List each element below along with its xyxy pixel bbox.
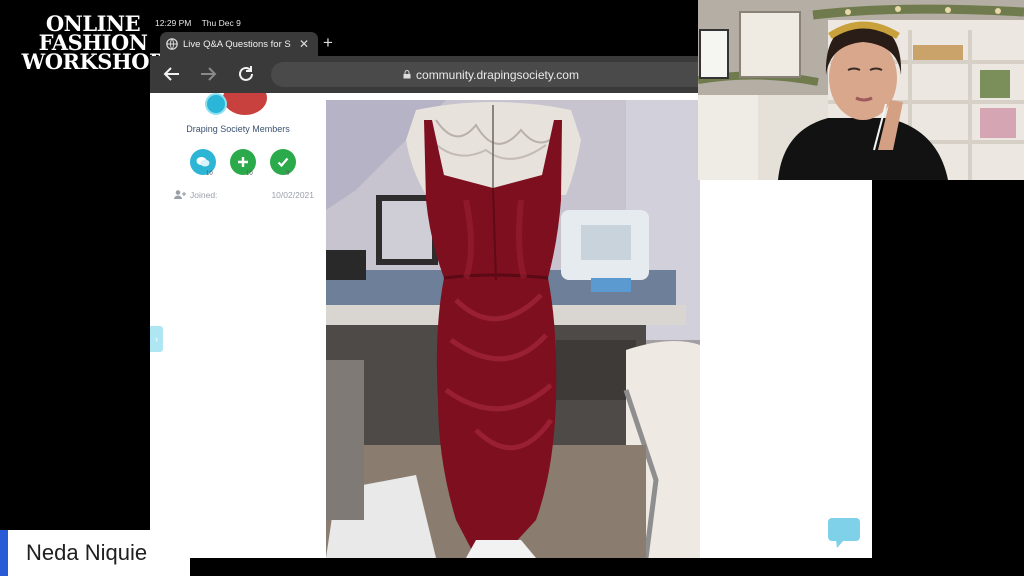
- joined-label: Joined:: [190, 190, 218, 200]
- messages-count: 10: [206, 171, 213, 177]
- presenter-webcam: [698, 0, 1024, 180]
- globe-icon: [166, 38, 178, 50]
- user-add-icon: [174, 190, 186, 199]
- presenter-name-strip: Neda Niquie: [0, 530, 190, 576]
- member-badge-icon: [205, 93, 227, 115]
- joined-date: 10/02/2021: [271, 190, 314, 200]
- follow-count: 10: [246, 171, 253, 177]
- status-time: 12:29 PM: [155, 18, 192, 28]
- avatar-photo: [223, 93, 267, 115]
- logo-line-3: WORKSHOP: [21, 49, 165, 74]
- sidebar-expand-handle[interactable]: ›: [150, 326, 163, 352]
- browser-toolbar: community.drapingsociety.com: [150, 56, 711, 93]
- chat-bubbles-icon: [196, 157, 210, 167]
- messages-stat-button[interactable]: 10: [190, 149, 216, 177]
- new-tab-icon[interactable]: +: [323, 33, 333, 53]
- workshop-logo: ONLINE FASHION WORKSHOP: [18, 13, 168, 74]
- approved-stat-button[interactable]: 0: [270, 149, 296, 177]
- dress-photo: [326, 100, 700, 558]
- chat-support-icon[interactable]: [828, 518, 860, 548]
- status-date: Thu Dec 9: [201, 18, 241, 28]
- follow-stat-button[interactable]: 10: [230, 149, 256, 177]
- close-tab-icon[interactable]: ✕: [299, 37, 309, 51]
- browser-tab[interactable]: Live Q&A Questions for S ✕: [160, 32, 318, 56]
- tab-title: Live Q&A Questions for S: [183, 38, 291, 50]
- status-bar: 12:29 PM Thu Dec 9: [155, 18, 249, 28]
- presenter-name: Neda Niquie: [26, 540, 148, 565]
- plus-icon: [238, 157, 248, 167]
- check-icon: [277, 157, 289, 168]
- url-text: community.drapingsociety.com: [416, 67, 579, 82]
- approved-count: 0: [286, 171, 290, 177]
- lock-icon: [403, 70, 411, 79]
- member-group-label: Draping Society Members: [186, 124, 290, 134]
- joined-row: Joined: 10/02/2021: [174, 190, 314, 200]
- address-bar[interactable]: community.drapingsociety.com: [271, 62, 711, 87]
- member-avatar[interactable]: [205, 93, 275, 115]
- dress-photo-illustration: [326, 100, 700, 558]
- forward-arrow-icon[interactable]: [198, 64, 218, 84]
- back-arrow-icon[interactable]: [162, 64, 182, 84]
- webcam-feed: [698, 0, 1024, 180]
- reload-icon[interactable]: [236, 64, 256, 84]
